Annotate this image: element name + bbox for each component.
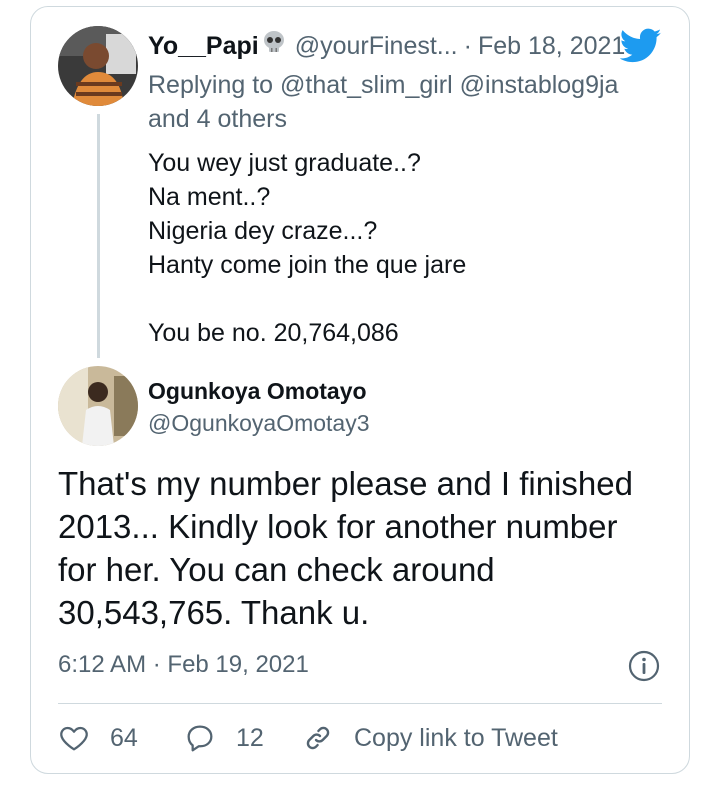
main-handle[interactable]: @OgunkoyaOmotay3 <box>148 408 370 438</box>
separator-dot: · <box>463 32 472 60</box>
parent-text-line: Nigeria dey craze...? <box>148 217 378 245</box>
reply-bubble-icon <box>187 725 213 752</box>
main-text-line: That's my number please and I finished <box>58 465 633 502</box>
like-button[interactable]: 64 <box>58 718 148 758</box>
parent-text-line: You be no. 20,764,086 <box>148 319 399 347</box>
main-text-line: 2013... Kindly look for another number <box>58 508 618 545</box>
tweet-timestamp[interactable]: 6:12 AM · Feb 19, 2021 <box>58 648 309 682</box>
copy-link-button[interactable]: Copy link to Tweet <box>302 718 582 758</box>
like-count: 64 <box>110 724 138 752</box>
twitter-bird-icon[interactable] <box>619 28 662 69</box>
parent-header: Yo__Papi @yourFinest... · Feb 18, 2021 <box>148 28 668 64</box>
parent-text-line: You wey just graduate..? <box>148 149 421 177</box>
avatar-main[interactable] <box>58 366 138 446</box>
parent-date[interactable]: Feb 18, 2021 <box>478 32 625 60</box>
replying-prefix: Replying to <box>148 71 274 99</box>
copy-link-label: Copy link to Tweet <box>354 724 558 752</box>
separator-dot: · <box>152 651 161 678</box>
parent-display-name[interactable]: Yo__Papi <box>148 32 259 60</box>
skull-emoji-icon <box>261 29 287 65</box>
parent-text-line <box>148 282 658 316</box>
divider <box>58 703 662 704</box>
avatar-parent[interactable] <box>58 26 138 106</box>
parent-text-line: Hanty come join the que jare <box>148 251 467 279</box>
parent-handle[interactable]: @yourFinest... <box>295 32 458 60</box>
reply-button[interactable]: 12 <box>184 718 274 758</box>
reply-count: 12 <box>236 724 264 752</box>
main-display-name[interactable]: Ogunkoya Omotayo <box>148 376 367 406</box>
parent-tweet-text: You wey just graduate..? Na ment..? Nige… <box>148 146 658 350</box>
parent-text-line: Na ment..? <box>148 183 271 211</box>
main-text-line: for her. You can check around <box>58 551 495 588</box>
thread-connector-line <box>97 114 100 358</box>
link-icon <box>306 726 330 750</box>
replying-to: Replying to @that_slim_girl @instablog9j… <box>148 68 658 136</box>
main-tweet-text: That's my number please and I finished 2… <box>58 462 658 634</box>
tweet-time[interactable]: 6:12 AM <box>58 651 146 678</box>
tweet-date[interactable]: Feb 19, 2021 <box>167 651 308 678</box>
replying-mentions[interactable]: @that_slim_girl @instablog9ja <box>280 71 618 99</box>
main-text-line: 30,543,765. Thank u. <box>58 594 370 631</box>
replying-others[interactable]: and 4 others <box>148 105 287 133</box>
info-icon[interactable] <box>628 650 660 682</box>
heart-icon <box>60 726 88 751</box>
